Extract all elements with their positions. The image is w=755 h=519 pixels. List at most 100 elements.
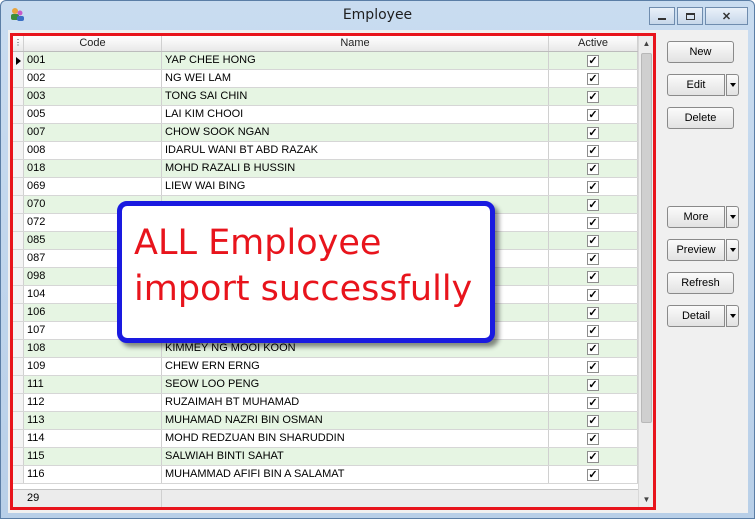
row-indicator[interactable] <box>13 214 24 231</box>
cell-code[interactable]: 112 <box>24 394 162 411</box>
cell-name[interactable]: NG WEI LAM <box>162 70 549 87</box>
detail-button[interactable]: Detail <box>667 305 725 327</box>
active-checkbox[interactable]: ✓ <box>587 198 599 211</box>
active-checkbox[interactable]: ✓ <box>587 216 599 229</box>
cell-name[interactable]: MUHAMMAD AFIFI BIN A SALAMAT <box>162 466 549 483</box>
cell-code[interactable]: 001 <box>24 52 162 69</box>
cell-name[interactable]: SALWIAH BINTI SAHAT <box>162 448 549 465</box>
active-checkbox[interactable]: ✓ <box>587 108 599 121</box>
table-row[interactable]: 007 CHOW SOOK NGAN ✓ <box>13 124 638 142</box>
preview-button[interactable]: Preview <box>667 239 725 261</box>
active-checkbox[interactable]: ✓ <box>587 144 599 157</box>
column-header-active[interactable]: Active <box>549 36 638 51</box>
scroll-up-icon[interactable]: ▲ <box>639 36 653 51</box>
table-row[interactable]: 001 YAP CHEE HONG ✓ <box>13 52 638 70</box>
refresh-button[interactable]: Refresh <box>667 272 734 294</box>
more-dropdown-icon[interactable] <box>726 206 739 228</box>
row-indicator[interactable] <box>13 412 24 429</box>
active-checkbox[interactable]: ✓ <box>587 432 599 445</box>
cell-name[interactable]: LIEW WAI BING <box>162 178 549 195</box>
cell-active[interactable]: ✓ <box>549 52 638 69</box>
cell-active[interactable]: ✓ <box>549 160 638 177</box>
cell-active[interactable]: ✓ <box>549 124 638 141</box>
preview-dropdown-icon[interactable] <box>726 239 739 261</box>
cell-code[interactable]: 111 <box>24 376 162 393</box>
column-header-name[interactable]: Name <box>162 36 549 51</box>
active-checkbox[interactable]: ✓ <box>587 288 599 301</box>
table-row[interactable]: 003 TONG SAI CHIN ✓ <box>13 88 638 106</box>
cell-active[interactable]: ✓ <box>549 448 638 465</box>
cell-active[interactable]: ✓ <box>549 322 638 339</box>
row-indicator[interactable] <box>13 178 24 195</box>
scroll-thumb[interactable] <box>641 53 652 423</box>
cell-name[interactable]: YAP CHEE HONG <box>162 52 549 69</box>
cell-active[interactable]: ✓ <box>549 106 638 123</box>
table-row[interactable]: 111 SEOW LOO PENG ✓ <box>13 376 638 394</box>
cell-active[interactable]: ✓ <box>549 70 638 87</box>
cell-active[interactable]: ✓ <box>549 214 638 231</box>
table-row[interactable]: 069 LIEW WAI BING ✓ <box>13 178 638 196</box>
table-row[interactable]: 002 NG WEI LAM ✓ <box>13 70 638 88</box>
table-row[interactable]: 008 IDARUL WANI BT ABD RAZAK ✓ <box>13 142 638 160</box>
row-indicator[interactable] <box>13 250 24 267</box>
cell-active[interactable]: ✓ <box>549 286 638 303</box>
cell-code[interactable]: 018 <box>24 160 162 177</box>
table-row[interactable]: 005 LAI KIM CHOOI ✓ <box>13 106 638 124</box>
table-row[interactable]: 109 CHEW ERN ERNG ✓ <box>13 358 638 376</box>
cell-name[interactable]: RUZAIMAH BT MUHAMAD <box>162 394 549 411</box>
row-indicator[interactable] <box>13 286 24 303</box>
cell-name[interactable]: MUHAMAD NAZRI BIN OSMAN <box>162 412 549 429</box>
cell-code[interactable]: 116 <box>24 466 162 483</box>
scroll-down-icon[interactable]: ▼ <box>639 492 653 507</box>
title-bar[interactable]: Employee ✕ <box>1 1 754 29</box>
cell-active[interactable]: ✓ <box>549 268 638 285</box>
cell-active[interactable]: ✓ <box>549 412 638 429</box>
active-checkbox[interactable]: ✓ <box>587 378 599 391</box>
row-indicator[interactable] <box>13 52 24 69</box>
row-indicator[interactable] <box>13 430 24 447</box>
cell-active[interactable]: ✓ <box>549 178 638 195</box>
active-checkbox[interactable]: ✓ <box>587 360 599 373</box>
cell-code[interactable]: 003 <box>24 88 162 105</box>
cell-active[interactable]: ✓ <box>549 466 638 483</box>
row-indicator[interactable] <box>13 340 24 357</box>
row-indicator[interactable] <box>13 70 24 87</box>
cell-code[interactable]: 002 <box>24 70 162 87</box>
maximize-button[interactable] <box>677 7 703 25</box>
minimize-button[interactable] <box>649 7 675 25</box>
cell-active[interactable]: ✓ <box>549 250 638 267</box>
close-button[interactable]: ✕ <box>705 7 748 25</box>
cell-code[interactable]: 109 <box>24 358 162 375</box>
active-checkbox[interactable]: ✓ <box>587 126 599 139</box>
cell-active[interactable]: ✓ <box>549 430 638 447</box>
vertical-scrollbar[interactable]: ▲ ▼ <box>638 36 653 507</box>
cell-active[interactable]: ✓ <box>549 394 638 411</box>
row-indicator[interactable] <box>13 448 24 465</box>
column-header-code[interactable]: Code <box>24 36 162 51</box>
cell-active[interactable]: ✓ <box>549 340 638 357</box>
cell-name[interactable]: IDARUL WANI BT ABD RAZAK <box>162 142 549 159</box>
cell-active[interactable]: ✓ <box>549 232 638 249</box>
cell-name[interactable]: MOHD REDZUAN BIN SHARUDDIN <box>162 430 549 447</box>
active-checkbox[interactable]: ✓ <box>587 396 599 409</box>
active-checkbox[interactable]: ✓ <box>587 414 599 427</box>
cell-active[interactable]: ✓ <box>549 358 638 375</box>
row-indicator[interactable] <box>13 268 24 285</box>
row-indicator[interactable] <box>13 88 24 105</box>
cell-active[interactable]: ✓ <box>549 142 638 159</box>
cell-code[interactable]: 005 <box>24 106 162 123</box>
row-indicator[interactable] <box>13 142 24 159</box>
cell-name[interactable]: MOHD RAZALI B HUSSIN <box>162 160 549 177</box>
active-checkbox[interactable]: ✓ <box>587 306 599 319</box>
active-checkbox[interactable]: ✓ <box>587 342 599 355</box>
row-indicator[interactable] <box>13 196 24 213</box>
cell-active[interactable]: ✓ <box>549 304 638 321</box>
cell-name[interactable]: SEOW LOO PENG <box>162 376 549 393</box>
table-row[interactable]: 115 SALWIAH BINTI SAHAT ✓ <box>13 448 638 466</box>
cell-name[interactable]: CHEW ERN ERNG <box>162 358 549 375</box>
row-indicator[interactable] <box>13 376 24 393</box>
cell-active[interactable]: ✓ <box>549 88 638 105</box>
row-indicator[interactable] <box>13 394 24 411</box>
more-button[interactable]: More <box>667 206 725 228</box>
table-row[interactable]: 018 MOHD RAZALI B HUSSIN ✓ <box>13 160 638 178</box>
